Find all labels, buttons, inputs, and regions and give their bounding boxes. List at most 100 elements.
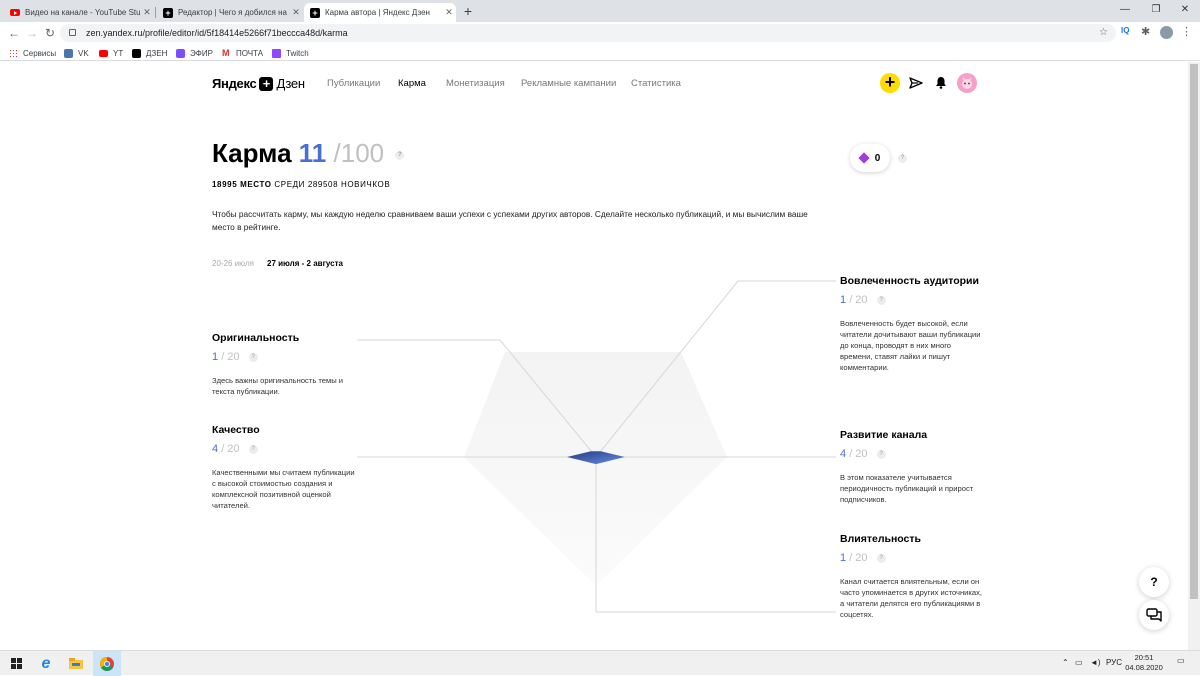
close-tab-icon[interactable]: ✕ xyxy=(289,7,303,18)
efir-icon xyxy=(176,48,185,58)
close-tab-icon[interactable]: ✕ xyxy=(442,7,456,18)
help-icon[interactable]: ? xyxy=(876,553,886,563)
browser-tab-youtube[interactable]: Видео на канале - YouTube Stud ✕ xyxy=(4,3,154,22)
metric-score: 4 / 20 ? xyxy=(840,448,985,460)
metric-quality: Качество 4 / 20 ? Качественными мы счита… xyxy=(212,424,357,511)
twitch-icon xyxy=(272,48,281,58)
browser-tab-editor[interactable]: + Редактор | Чего я добился на д ✕ xyxy=(157,3,303,22)
metric-score: 1 / 20 ? xyxy=(212,351,357,363)
help-icon[interactable]: ? xyxy=(876,295,886,305)
metric-title: Оригинальность xyxy=(212,332,300,344)
metric-originality: Оригинальность 1 / 20 ? Здесь важны ориг… xyxy=(212,332,357,397)
browser-tab-karma[interactable]: + Карма автора | Яндекс Дзен ✕ xyxy=(304,3,456,22)
karma-radar-chart xyxy=(357,280,836,613)
dzen-icon: + xyxy=(163,7,173,18)
page-scrollbar[interactable] xyxy=(1188,62,1200,650)
metric-score-value: 1 xyxy=(212,351,219,363)
help-icon[interactable]: ? xyxy=(876,449,886,459)
metric-description: Качественными мы считаем публикации с вы… xyxy=(212,468,355,510)
internet-explorer-icon[interactable]: e xyxy=(32,651,60,676)
metric-growth: Развитие канала 4 / 20 ? В этом показате… xyxy=(840,429,985,505)
bookmark-vk[interactable]: VK xyxy=(64,47,89,59)
metric-score-value: 4 xyxy=(212,443,219,455)
forward-icon[interactable]: → xyxy=(24,25,40,41)
metric-title: Влиятельность xyxy=(840,533,921,545)
metric-engagement: Вовлеченность аудитории 1 / 20 ? Вовлече… xyxy=(840,275,985,373)
browser-tab-strip: Видео на канале - YouTube Stud ✕ + Редак… xyxy=(0,0,1200,22)
clock-date: 04.08.2020 xyxy=(1125,663,1163,672)
help-icon[interactable]: ? xyxy=(248,352,258,362)
metric-score: 1 / 20 ? xyxy=(840,552,985,564)
metric-description: Канал считается влиятельным, если он час… xyxy=(840,577,983,619)
windows-start-icon[interactable] xyxy=(2,651,30,676)
address-bar[interactable]: zen.yandex.ru/profile/editor/id/5f18414e… xyxy=(60,24,1116,42)
metric-description: Здесь важны оригинальность темы и текста… xyxy=(212,376,344,396)
metric-score-max: / 20 xyxy=(849,294,868,306)
help-icon[interactable]: ? xyxy=(248,444,258,454)
dzen-icon: + xyxy=(310,7,320,18)
youtube-icon xyxy=(99,49,108,57)
browser-toolbar: ← → ↻ zen.yandex.ru/profile/editor/id/5f… xyxy=(0,22,1200,44)
metric-influence: Влиятельность 1 / 20 ? Канал считается в… xyxy=(840,533,985,620)
minimize-icon[interactable]: — xyxy=(1110,0,1140,22)
karma-page: Яндекс + Дзен Публикации Карма Монетизац… xyxy=(0,62,1188,650)
bookmark-twitch[interactable]: Twitch xyxy=(272,47,309,59)
bookmark-efir[interactable]: ЭФИР xyxy=(176,47,213,59)
reload-icon[interactable]: ↻ xyxy=(42,25,58,41)
extensions-icon[interactable]: ✱ xyxy=(1141,25,1150,38)
metric-score-max: / 20 xyxy=(221,351,240,363)
metric-description: Вовлеченность будет высокой, если читате… xyxy=(840,319,981,372)
bookmark-label: VK xyxy=(78,48,89,58)
bookmark-label: ДЗЕН xyxy=(146,48,168,58)
file-explorer-icon[interactable] xyxy=(62,651,90,676)
back-icon[interactable]: ← xyxy=(6,25,22,41)
bookmark-mail[interactable]: M ПОЧТА xyxy=(222,47,263,59)
bookmark-label: Twitch xyxy=(286,48,309,58)
metric-score: 4 / 20 ? xyxy=(212,443,357,455)
profile-avatar[interactable] xyxy=(1160,26,1173,39)
bookmark-label: YT xyxy=(113,48,124,58)
bookmark-label: Сервисы xyxy=(23,48,57,58)
bookmark-label: ЭФИР xyxy=(190,48,213,58)
iq-extension-icon[interactable]: IQ xyxy=(1121,26,1129,35)
metric-title: Развитие канала xyxy=(840,429,928,441)
bookmark-services[interactable]: Сервисы xyxy=(9,47,56,59)
windows-taskbar: e ⌃ ▭ ◄) РУС 20:51 04.08.2020 ▭ xyxy=(0,650,1200,676)
metric-score: 1 / 20 ? xyxy=(840,294,985,306)
bookmarks-bar: Сервисы VK YT ДЗЕН ЭФИР M ПОЧТА Twitch xyxy=(0,44,1200,61)
notifications-icon[interactable]: ▭ xyxy=(1177,656,1185,665)
metric-score-value: 1 xyxy=(840,294,847,306)
bookmark-yt[interactable]: YT xyxy=(99,47,123,59)
close-tab-icon[interactable]: ✕ xyxy=(140,7,154,18)
metric-score-value: 4 xyxy=(840,448,847,460)
help-button[interactable]: ? xyxy=(1139,567,1169,597)
tray-chevron-icon[interactable]: ⌃ xyxy=(1062,658,1069,667)
metric-description: В этом показателе учитывается периодично… xyxy=(840,473,974,504)
chat-button[interactable] xyxy=(1139,600,1169,630)
metric-score-value: 1 xyxy=(840,552,847,564)
metric-score-max: / 20 xyxy=(849,552,868,564)
new-tab-button[interactable]: + xyxy=(460,3,476,19)
network-icon[interactable]: ▭ xyxy=(1075,658,1083,667)
metric-score-max: / 20 xyxy=(221,443,240,455)
tab-title: Редактор | Чего я добился на д xyxy=(178,8,289,17)
dzen-icon xyxy=(132,48,141,58)
bookmark-star-icon[interactable]: ☆ xyxy=(1099,24,1108,42)
chat-icon xyxy=(1146,608,1162,622)
clock-time: 20:51 xyxy=(1134,653,1154,662)
language-indicator[interactable]: РУС xyxy=(1106,658,1122,667)
tab-separator xyxy=(155,7,156,18)
vk-icon xyxy=(64,48,73,58)
bookmark-dzen[interactable]: ДЗЕН xyxy=(132,47,167,59)
scrollbar-thumb[interactable] xyxy=(1190,64,1198,599)
volume-icon[interactable]: ◄) xyxy=(1090,658,1101,667)
tab-title: Видео на канале - YouTube Stud xyxy=(25,8,140,17)
chrome-taskbar-icon[interactable] xyxy=(93,651,121,676)
chrome-menu-icon[interactable]: ⋮ xyxy=(1181,25,1192,38)
youtube-icon xyxy=(10,8,20,18)
system-clock[interactable]: 20:51 04.08.2020 xyxy=(1124,653,1164,673)
apps-grid-icon xyxy=(9,48,18,58)
restore-icon[interactable]: ❐ xyxy=(1141,0,1171,22)
window-close-icon[interactable]: ✕ xyxy=(1170,0,1200,22)
metric-title: Вовлеченность аудитории xyxy=(840,275,979,287)
